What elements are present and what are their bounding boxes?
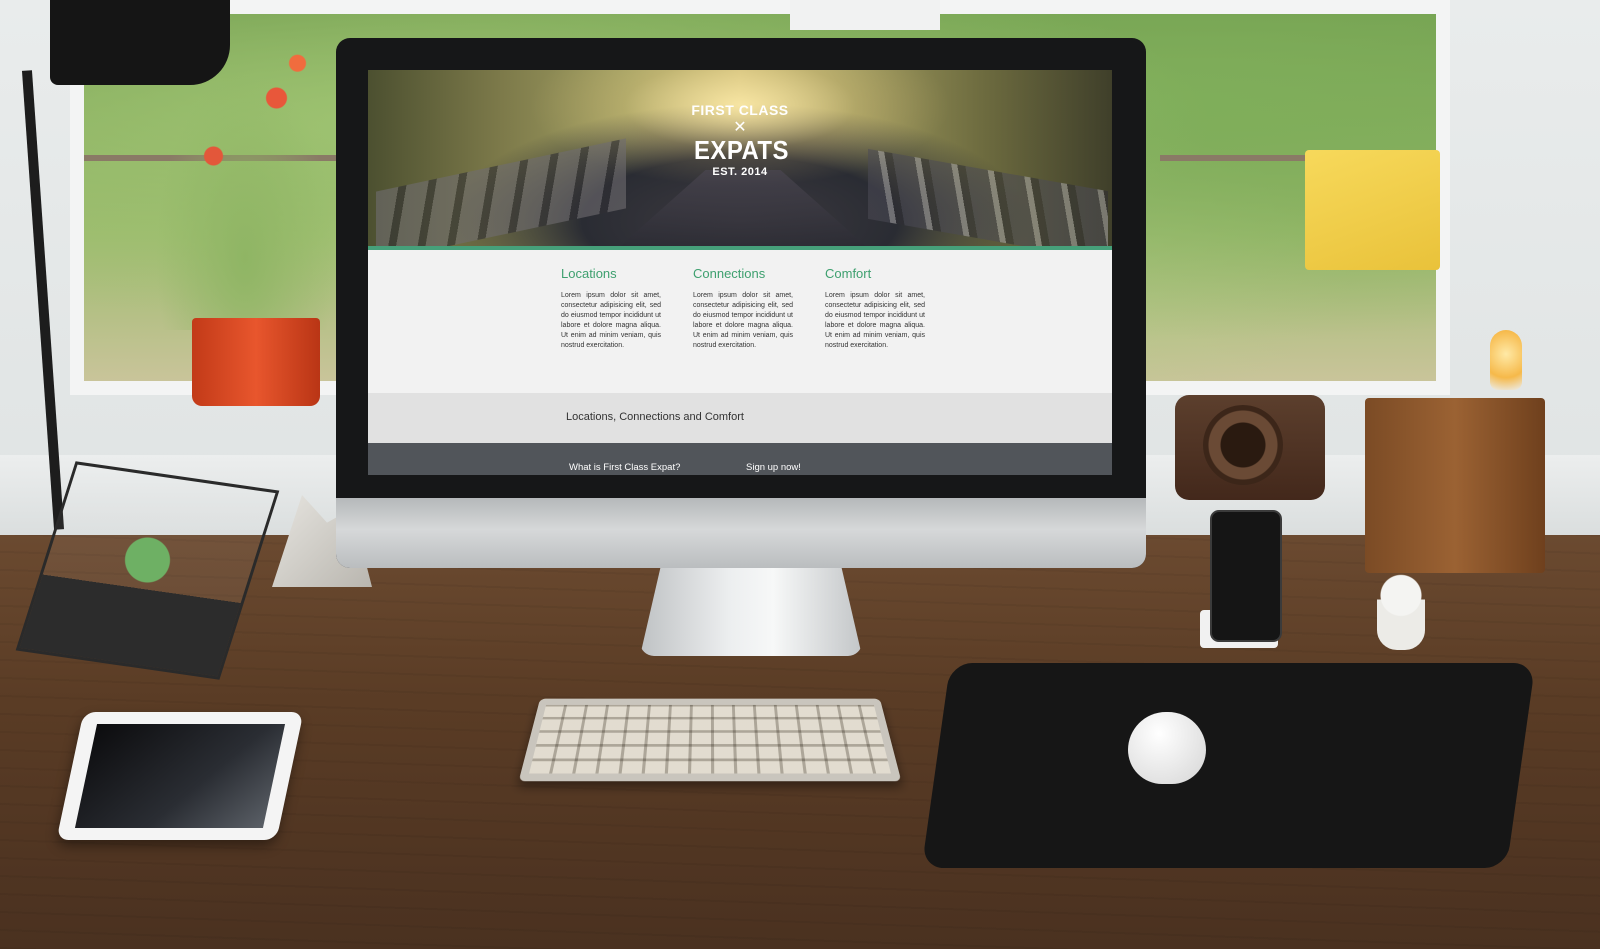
polar-bear-figurine — [1377, 572, 1425, 650]
hero-banner: FIRST CLASS ✕ EXPATS EST. 2014 — [368, 70, 1112, 262]
nav-link-sign-up[interactable]: Sign up now! — [746, 462, 801, 473]
feature-connections: Connections Lorem ipsum dolor sit amet, … — [693, 266, 793, 351]
yellow-cloth — [1305, 150, 1440, 270]
apple-logo-icon — [728, 516, 756, 550]
logo-est-text: EST. 2014 — [712, 166, 768, 178]
tagline-text: Locations, Connections and Comfort — [566, 411, 744, 423]
site-logo[interactable]: FIRST CLASS ✕ EXPATS EST. 2014 — [690, 100, 790, 220]
desk-lamp-head — [50, 0, 230, 85]
imac-stand — [640, 560, 862, 656]
camera-lens — [1203, 405, 1283, 485]
keyboard — [518, 698, 902, 782]
window-frame — [790, 0, 940, 30]
wood-block-lamp — [1365, 398, 1545, 573]
feature-locations: Locations Lorem ipsum dolor sit amet, co… — [561, 266, 661, 351]
feature-title: Comfort — [825, 266, 872, 281]
features-section: Locations Lorem ipsum dolor sit amet, co… — [368, 250, 1112, 393]
tagline-band: Locations, Connections and Comfort — [368, 393, 1112, 443]
feature-title: Connections — [693, 266, 766, 281]
tablet — [56, 712, 304, 840]
light-bulb — [1490, 330, 1522, 390]
hero-parked-cars-right — [868, 148, 1108, 262]
footer-nav: What is First Class Expat? Sign up now! — [368, 443, 1112, 475]
crossed-oars-icon: ✕ — [733, 117, 747, 136]
succulent-plant — [120, 535, 175, 585]
keyboard-keys — [529, 704, 891, 774]
logo-top-text: FIRST CLASS — [691, 102, 789, 118]
balcony-rail — [1160, 155, 1305, 161]
hero-parked-cars-left — [376, 138, 626, 262]
computer-mouse — [1128, 712, 1206, 784]
feature-text: Lorem ipsum dolor sit amet, consectetur … — [561, 292, 661, 349]
website-screen: FIRST CLASS ✕ EXPATS EST. 2014 Locations… — [368, 70, 1112, 475]
feature-comfort: Comfort Lorem ipsum dolor sit amet, cons… — [825, 266, 925, 351]
smartphone — [1210, 510, 1282, 642]
logo-main-text: EXPATS — [694, 135, 789, 165]
feature-text: Lorem ipsum dolor sit amet, consectetur … — [693, 292, 793, 349]
nav-link-what-is[interactable]: What is First Class Expat? — [569, 462, 680, 473]
flower-pot — [192, 318, 320, 406]
tablet-screen — [74, 724, 286, 828]
mouse-pad — [921, 663, 1536, 868]
feature-title: Locations — [561, 266, 617, 281]
feature-text: Lorem ipsum dolor sit amet, consectetur … — [825, 292, 925, 349]
